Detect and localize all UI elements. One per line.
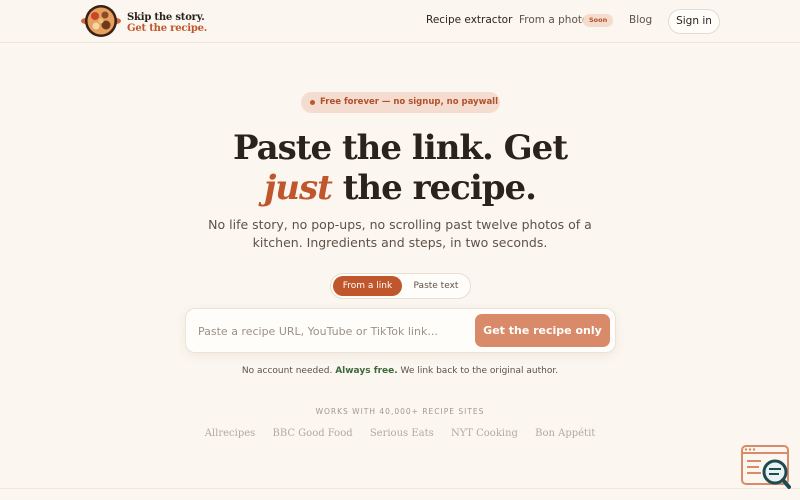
brand-line-2: Get the recipe. <box>127 23 208 34</box>
sign-in-button[interactable]: Sign in <box>668 9 720 34</box>
brand-wordmark[interactable]: Skip the story. Get the recipe. <box>127 12 207 34</box>
always-free-text: Always free. <box>335 366 398 376</box>
soon-badge: Soon <box>583 14 614 27</box>
note-suffix: We link back to the original author. <box>397 366 559 376</box>
headline-line-2: just the recipe. <box>0 168 800 208</box>
nav-blog[interactable]: Blog <box>629 14 652 26</box>
bowl-logo-icon[interactable] <box>80 4 122 38</box>
no-account-note: No account needed. Always free. We link … <box>0 366 800 376</box>
headline-rest: the recipe. <box>331 168 537 208</box>
site-nyt-cooking: NYT Cooking <box>450 428 518 439</box>
tab-paste-text[interactable]: Paste text <box>404 276 468 296</box>
tab-from-a-link[interactable]: From a link <box>333 276 402 296</box>
pill-text: Free forever — no signup, no paywall <box>320 97 499 107</box>
recipe-url-form: Get the recipe only <box>185 308 616 353</box>
headline-accent: just <box>263 168 333 208</box>
supported-sites-list: Allrecipes BBC Good Food Serious Eats NY… <box>0 428 800 439</box>
section-divider <box>0 488 800 489</box>
nav-from-a-photo[interactable]: From a photo <box>519 14 588 26</box>
site-header: Skip the story. Get the recipe. Recipe e… <box>0 0 800 43</box>
subtitle-line-2: kitchen. Ingredients and steps, in two s… <box>252 235 548 250</box>
headline-line-1: Paste the link. Get <box>232 128 568 168</box>
nav-recipe-extractor[interactable]: Recipe extractor <box>426 14 512 26</box>
free-forever-pill: Free forever — no signup, no paywall <box>301 92 500 113</box>
note-prefix: No account needed. <box>241 366 336 376</box>
recipe-url-input[interactable] <box>198 320 468 342</box>
get-recipe-button[interactable]: Get the recipe only <box>475 314 610 347</box>
works-with-label: WORKS WITH 40,000+ RECIPE SITES <box>315 407 485 416</box>
dot-icon <box>310 100 315 105</box>
site-allrecipes: Allrecipes <box>204 428 256 439</box>
brand-line-1: Skip the story. <box>127 12 205 23</box>
input-mode-toggle: From a link Paste text <box>330 273 471 299</box>
site-serious-eats: Serious Eats <box>369 428 434 439</box>
site-bon-appetit: Bon Appétit <box>535 428 596 439</box>
site-bbc-good-food: BBC Good Food <box>272 428 353 439</box>
subtitle-line-1: No life story, no pop-ups, no scrolling … <box>208 217 592 232</box>
document-search-icon[interactable] <box>741 445 791 490</box>
